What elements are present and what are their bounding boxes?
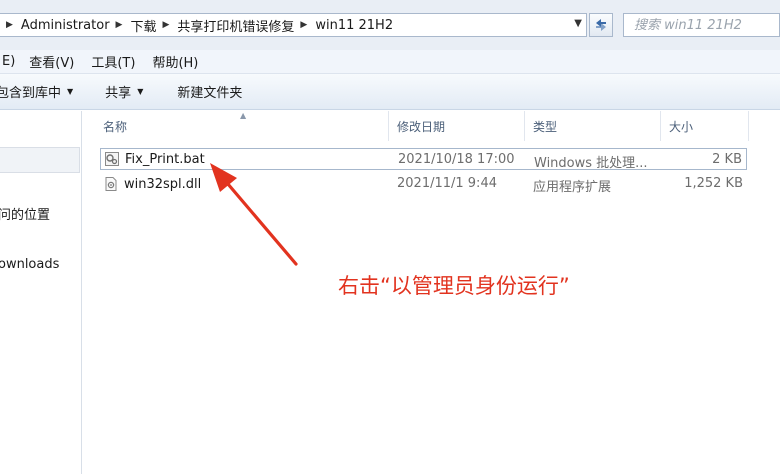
navigation-pane: 问的位置 ownloads [0,111,82,474]
refresh-icon [596,19,606,31]
breadcrumb-item-win11[interactable]: win11 21H2 [315,18,393,33]
new-folder-button[interactable]: 新建文件夹 [177,82,242,101]
chevron-down-icon: ▼ [67,87,74,96]
file-type: 应用程序扩展 [533,180,612,195]
refresh-button[interactable] [589,13,613,37]
column-divider[interactable] [524,111,525,141]
share-label: 共享 [105,86,132,101]
share-button[interactable]: 共享 ▼ [105,82,143,101]
column-header-date[interactable]: 修改日期 [397,111,445,141]
breadcrumb-item-printer-fix[interactable]: 共享打印机错误修复 [177,16,294,35]
nav-selected-item[interactable] [0,147,80,173]
menu-help[interactable]: 帮助(H) [152,52,198,71]
file-date: 2021/10/18 17:00 [398,152,515,167]
chevron-right-icon[interactable]: ▶ [116,20,123,30]
search-box[interactable] [623,13,780,37]
breadcrumb-item-downloads[interactable]: 下载 [130,16,156,35]
include-in-library-button[interactable]: 包含到库中 ▼ [0,82,73,101]
file-name: win32spl.dll [124,176,202,192]
nav-item-recent-places[interactable]: 问的位置 [0,204,50,223]
file-date: 2021/11/1 9:44 [397,176,497,191]
address-dropdown-icon[interactable]: ▼ [574,18,582,29]
new-folder-label: 新建文件夹 [177,86,243,101]
file-row[interactable]: win32spl.dll 2021/11/1 9:44 应用程序扩展 1,252… [100,173,747,195]
batch-file-icon [104,151,120,167]
menu-view[interactable]: 查看(V) [29,52,74,71]
file-size: 1,252 KB [684,176,743,191]
file-size: 2 KB [712,152,742,167]
column-header-type[interactable]: 类型 [533,111,557,141]
file-name: Fix_Print.bat [125,151,205,167]
dll-file-icon [103,176,119,192]
address-area: ▶ Administrator ▶ 下载 ▶ 共享打印机错误修复 ▶ win11… [0,0,780,50]
column-header-name[interactable]: 名称 [103,111,127,141]
menu-tools[interactable]: 工具(T) [91,52,135,71]
search-input[interactable] [634,17,774,33]
column-divider[interactable] [748,111,749,141]
menu-edit[interactable]: E) [2,54,15,69]
column-header-size[interactable]: 大小 [669,111,693,141]
sort-ascending-icon: ▲ [240,111,247,120]
chevron-right-icon[interactable]: ▶ [6,20,13,30]
chevron-right-icon[interactable]: ▶ [162,20,169,30]
nav-item-downloads[interactable]: ownloads [0,257,59,272]
breadcrumb-item-administrator[interactable]: Administrator [21,18,110,33]
menu-bar: E) 查看(V) 工具(T) 帮助(H) [0,50,780,74]
column-divider[interactable] [388,111,389,141]
chevron-down-icon: ▼ [137,87,144,96]
address-bar[interactable]: ▶ Administrator ▶ 下载 ▶ 共享打印机错误修复 ▶ win11… [0,13,587,37]
command-bar: 包含到库中 ▼ 共享 ▼ 新建文件夹 [0,74,780,110]
chevron-right-icon[interactable]: ▶ [300,20,307,30]
annotation-text: 右击“以管理员身份运行” [338,274,570,298]
breadcrumb: ▶ Administrator ▶ 下载 ▶ 共享打印机错误修复 ▶ win11… [0,16,393,35]
file-type: Windows 批处理... [534,156,648,171]
include-in-library-label: 包含到库中 [0,86,62,101]
file-row[interactable]: Fix_Print.bat 2021/10/18 17:00 Windows 批… [100,148,747,171]
column-divider[interactable] [660,111,661,141]
